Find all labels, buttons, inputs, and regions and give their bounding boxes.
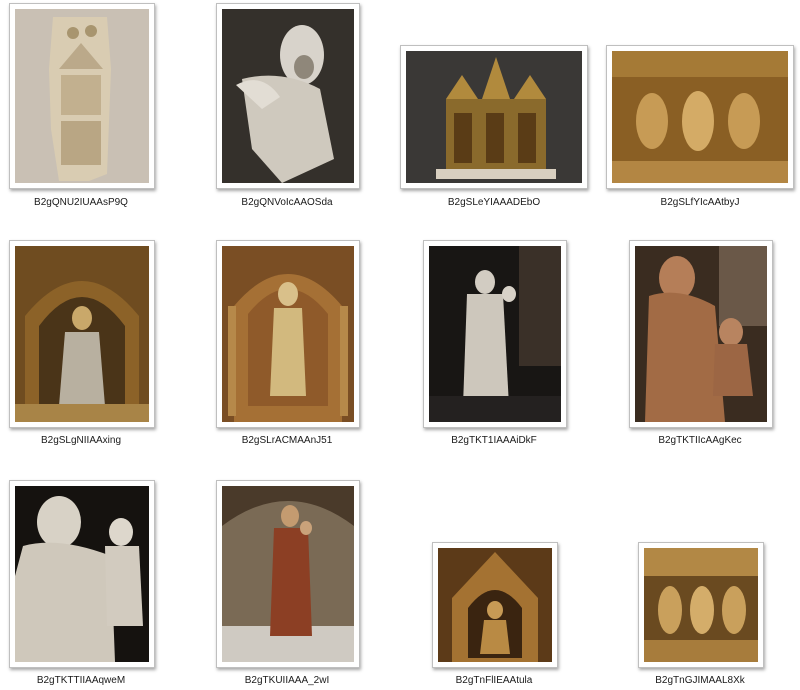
ivory-plaque-image	[15, 9, 149, 183]
thumbnail-frame[interactable]	[606, 45, 794, 189]
thumbnail-frame[interactable]	[432, 542, 558, 668]
thumbnail-frame[interactable]	[216, 480, 360, 668]
stone-statue-image	[222, 9, 354, 183]
thumbnail-label: B2gQNU2IUAAsP9Q	[34, 197, 128, 208]
thumbnail-label: B2gTKUIIAAA_2wI	[244, 675, 330, 686]
madonna-statue-dark-image	[429, 246, 561, 422]
thumbnail-label: B2gSLrACMAAnJ51	[241, 435, 333, 446]
gilded-relief-detail-image	[644, 548, 758, 662]
thumbnail-label: B2gSLeYIAAADEbO	[447, 197, 541, 208]
thumbnail-frame[interactable]	[9, 480, 155, 668]
thumbnail-frame[interactable]	[216, 240, 360, 428]
wooden-madonna-image	[635, 246, 767, 422]
thumbnail-label: B2gTnGJIMAAL8Xk	[655, 675, 745, 686]
gilded-reliquary-image	[406, 51, 582, 183]
thumbnail-frame[interactable]	[629, 240, 773, 428]
madonna-closeup-image	[15, 486, 149, 662]
thumbnail-label: B2gTKTIIcAAgKec	[658, 435, 742, 446]
gilded-niche-figure-image	[15, 246, 149, 422]
thumbnail-frame[interactable]	[9, 240, 155, 428]
thumbnail-label: B2gQNVoIcAAOSda	[241, 197, 333, 208]
gilded-standing-figure-image	[222, 246, 354, 422]
thumbnail-frame[interactable]	[216, 3, 360, 189]
thumbnail-label: B2gTnFlIEAAtula	[455, 675, 533, 686]
painted-madonna-case-image	[222, 486, 354, 662]
thumbnail-frame[interactable]	[638, 542, 764, 668]
thumbnail-frame[interactable]	[9, 3, 155, 189]
thumbnail-frame[interactable]	[400, 45, 588, 189]
thumbnail-label: B2gTKTTIIAAqweM	[36, 675, 126, 686]
gilded-relief-image	[612, 51, 788, 183]
thumbnail-label: B2gSLgNIIAAxing	[40, 435, 122, 446]
gilded-shrine-image	[438, 548, 552, 662]
thumbnail-label: B2gTKT1IAAAiDkF	[451, 435, 537, 446]
thumbnail-frame[interactable]	[423, 240, 567, 428]
thumbnail-label: B2gSLfYIcAAtbyJ	[660, 197, 740, 208]
